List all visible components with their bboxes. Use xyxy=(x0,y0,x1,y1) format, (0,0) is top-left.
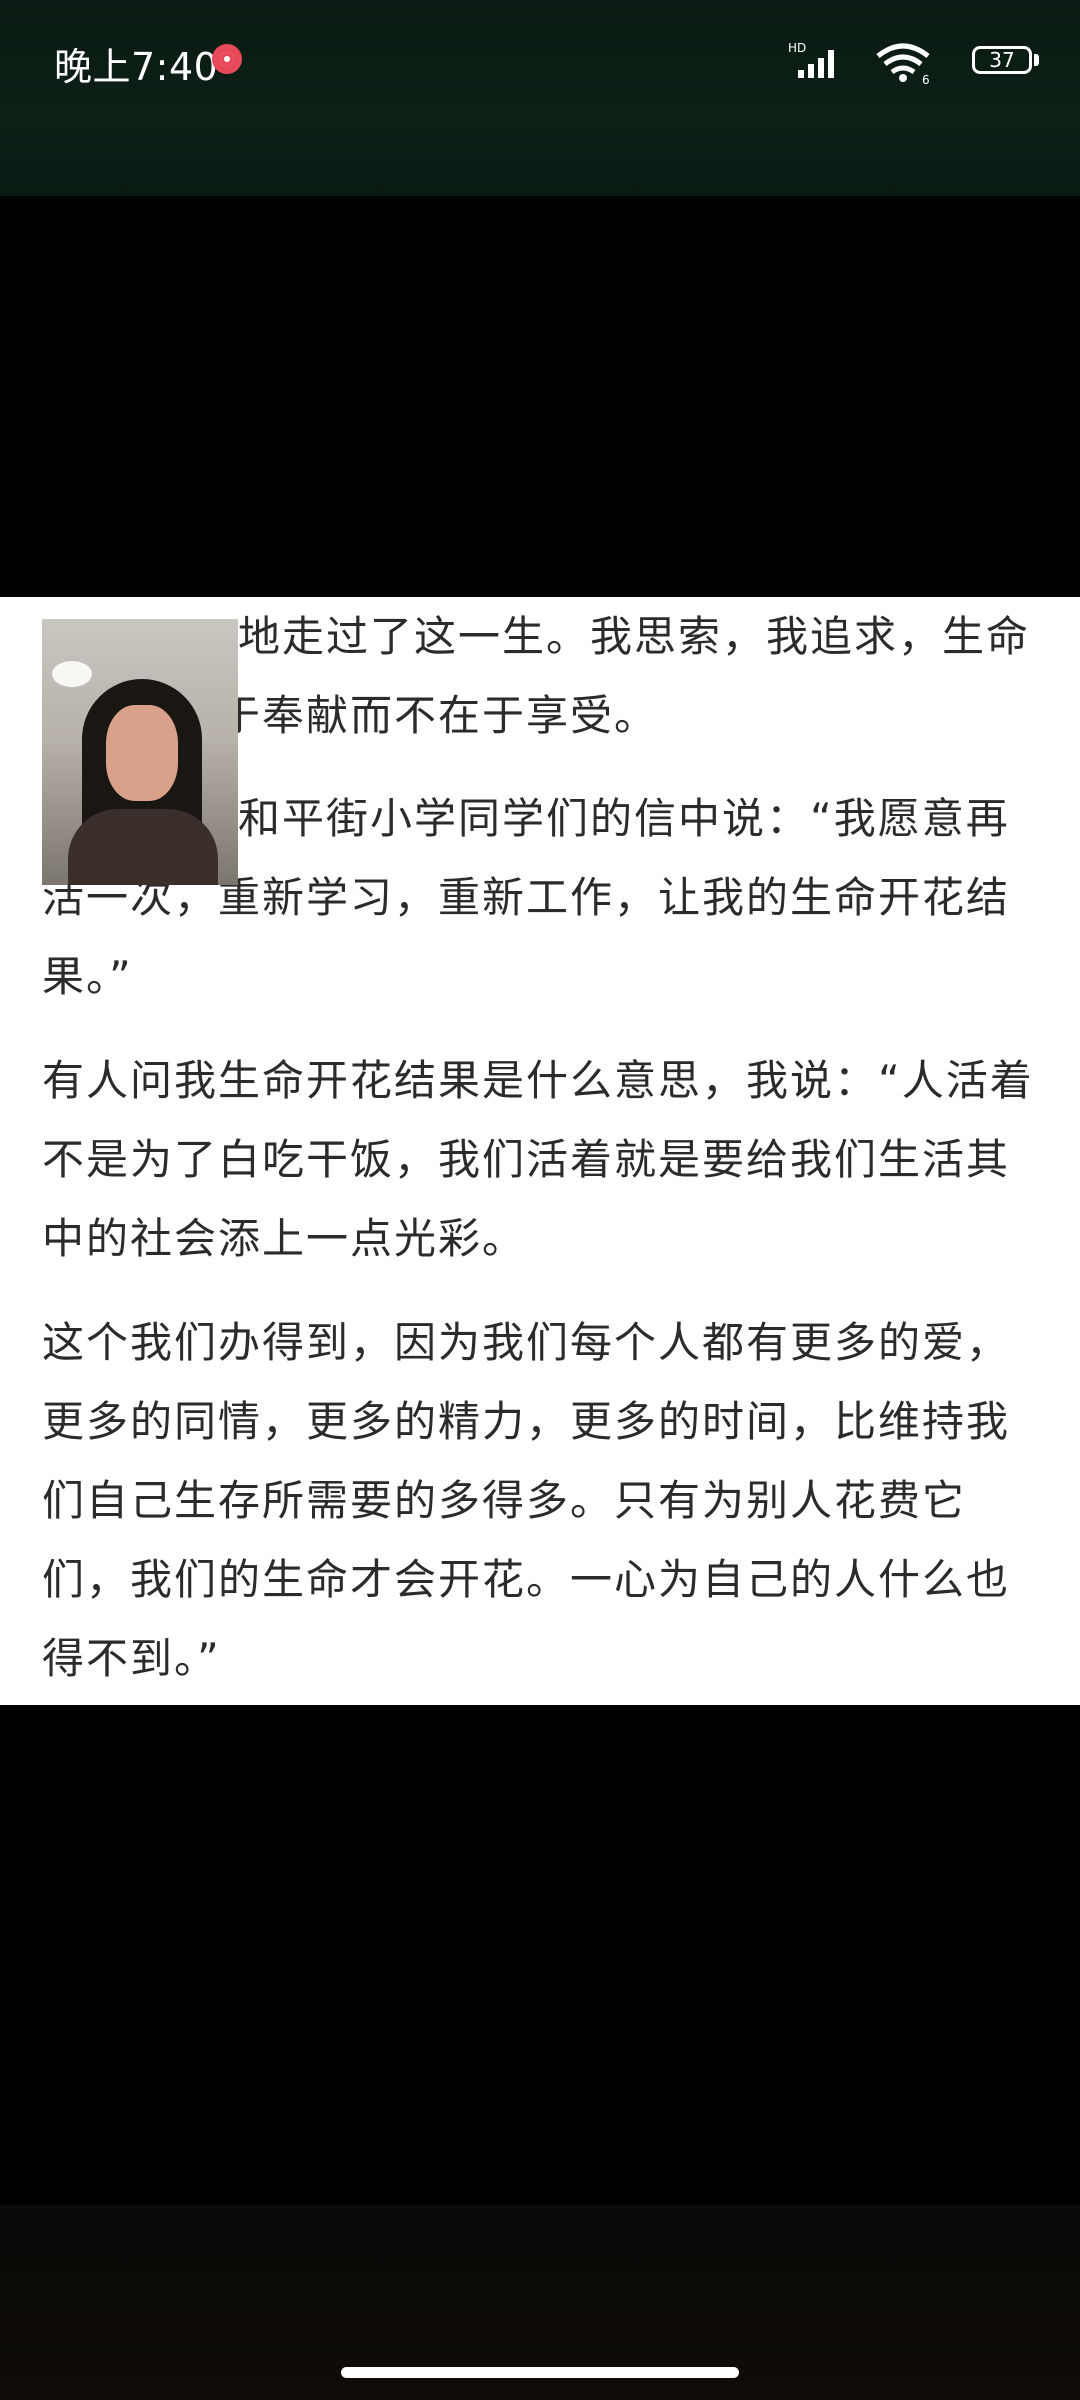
screen: 晚上7:40 HD 6 37 地走过了这一生。我思索，我追求，生命的意义在于奉献… xyxy=(0,0,1080,2400)
status-time: 晚上7:40 xyxy=(54,45,219,89)
svg-text:6: 6 xyxy=(922,73,930,84)
status-bar: 晚上7:40 HD 6 37 xyxy=(0,0,1080,196)
text-paragraph: 有人问我生命开花结果是什么意思，我说：“人活着不是为了白吃干饭，我们活着就是要给… xyxy=(42,1056,1034,1263)
wifi-icon: 6 xyxy=(876,43,930,84)
record-icon xyxy=(212,44,242,74)
signal-icon: HD xyxy=(788,41,834,78)
webcam-overlay xyxy=(42,619,238,885)
home-indicator[interactable] xyxy=(341,2367,739,2378)
signal-hd-label: HD xyxy=(788,41,806,55)
text-paragraph: 这个我们办得到，因为我们每个人都有更多的爱，更多的同情，更多的精力，更多的时间，… xyxy=(42,1318,1011,1683)
battery-level: 37 xyxy=(989,48,1015,72)
presenter-face xyxy=(106,705,178,801)
battery-icon: 37 xyxy=(972,40,1044,80)
video-frame[interactable]: 地走过了这一生。我思索，我追求，生命的意义在于奉献而不在于享受。 和平街小学同学… xyxy=(0,597,1080,1705)
